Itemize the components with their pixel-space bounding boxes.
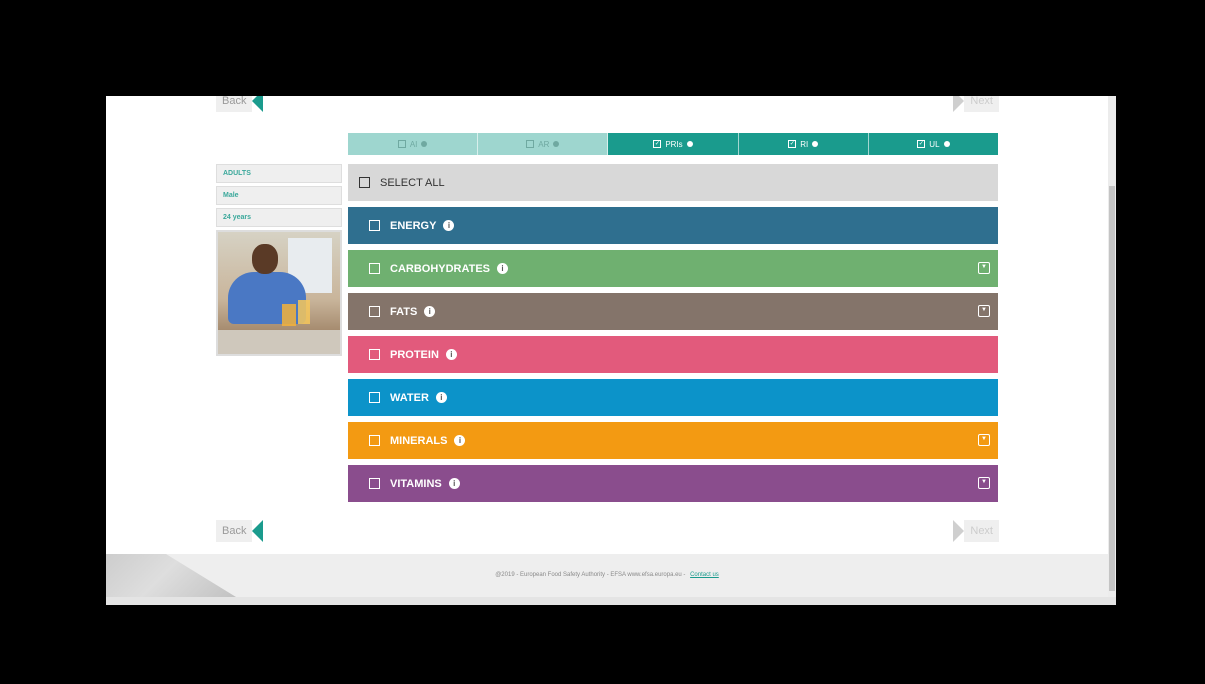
info-icon[interactable] <box>812 141 819 147</box>
checkbox-icon[interactable] <box>369 306 380 317</box>
checkbox-icon[interactable] <box>369 263 380 274</box>
next-button-bottom[interactable]: Next <box>953 520 999 542</box>
profile-age: 24 years <box>216 208 342 227</box>
info-icon[interactable] <box>943 141 950 147</box>
footer-text: @2019 - European Food Safety Authority -… <box>106 572 1108 578</box>
checkbox-icon[interactable] <box>369 392 380 403</box>
info-icon[interactable]: i <box>435 392 447 403</box>
reference-value-tabs: AI AR ✓ PRIs ✓ RI ✓ UL <box>348 133 999 155</box>
tab-label: RI <box>800 139 809 149</box>
info-icon[interactable]: i <box>454 435 466 446</box>
group-carbohydrates[interactable]: CARBOHYDRATES i ▼ <box>348 250 998 287</box>
back-label: Back <box>216 520 253 542</box>
expand-icon[interactable]: ▼ <box>978 305 990 317</box>
tab-label: AI <box>409 139 418 149</box>
expand-icon[interactable]: ▼ <box>978 477 990 489</box>
select-all-row[interactable]: SELECT ALL <box>348 164 998 201</box>
checked-checkbox-icon: ✓ <box>653 140 662 148</box>
group-water[interactable]: WATER i <box>348 379 998 416</box>
vertical-scrollbar[interactable] <box>1108 96 1116 597</box>
expand-icon[interactable]: ▼ <box>978 434 990 446</box>
profile-sex: Male <box>216 186 342 205</box>
info-icon[interactable]: i <box>497 263 509 274</box>
info-icon[interactable] <box>686 141 693 147</box>
horizontal-scrollbar[interactable] <box>106 597 1116 605</box>
nutrient-groups: SELECT ALL ENERGY i CARBOHYDRATES i ▼ FA… <box>348 164 998 508</box>
next-arrow-icon <box>953 96 965 112</box>
scroll-thumb[interactable] <box>1109 186 1115 591</box>
tab-label: PRIs <box>665 139 683 149</box>
contact-link[interactable]: Contact us <box>690 572 719 578</box>
tab-label: AR <box>538 139 550 149</box>
tab-ri[interactable]: ✓ RI <box>738 133 869 155</box>
checkbox-icon[interactable] <box>369 220 380 231</box>
tab-label: UL <box>929 139 940 149</box>
checked-checkbox-icon: ✓ <box>788 140 797 148</box>
footer: @2019 - European Food Safety Authority -… <box>106 554 1108 597</box>
footer-copyright: @2019 - European Food Safety Authority -… <box>495 572 686 578</box>
group-label: VITAMINS <box>390 477 442 490</box>
group-protein[interactable]: PROTEIN i <box>348 336 998 373</box>
checkbox-icon[interactable] <box>369 349 380 360</box>
back-arrow-icon <box>252 520 264 542</box>
info-icon[interactable]: i <box>448 478 460 489</box>
group-label: MINERALS <box>390 434 448 447</box>
group-label: ENERGY <box>390 219 437 232</box>
checked-checkbox-icon: ✓ <box>917 140 926 148</box>
profile-photo <box>216 230 342 356</box>
browser-viewport: Back Next AI AR ✓ PRIs ✓ RI ✓ UL ADULTS … <box>106 96 1116 605</box>
tab-pris[interactable]: ✓ PRIs <box>608 133 739 155</box>
group-energy[interactable]: ENERGY i <box>348 207 998 244</box>
info-icon[interactable]: i <box>424 306 436 317</box>
next-label: Next <box>964 520 999 542</box>
back-label: Back <box>216 96 253 112</box>
expand-icon[interactable]: ▼ <box>978 262 990 274</box>
info-icon[interactable]: i <box>443 220 455 231</box>
back-arrow-icon <box>252 96 264 112</box>
back-button-bottom[interactable]: Back <box>216 520 264 542</box>
tab-ul[interactable]: ✓ UL <box>868 133 999 155</box>
info-icon[interactable] <box>421 141 428 147</box>
tab-ai[interactable]: AI <box>348 133 479 155</box>
info-icon[interactable] <box>553 141 560 147</box>
checkbox-icon[interactable] <box>369 478 380 489</box>
group-label: FATS <box>390 305 418 318</box>
checkbox-icon[interactable] <box>369 435 380 446</box>
checkbox-icon[interactable] <box>359 177 370 188</box>
group-minerals[interactable]: MINERALS i ▼ <box>348 422 998 459</box>
tab-ar[interactable]: AR <box>478 133 609 155</box>
checkbox-icon <box>526 140 535 148</box>
checkbox-icon <box>397 140 406 148</box>
next-label: Next <box>964 96 999 112</box>
profile-panel: ADULTS Male 24 years <box>216 164 342 356</box>
next-button-top[interactable]: Next <box>953 96 999 112</box>
group-fats[interactable]: FATS i ▼ <box>348 293 998 330</box>
back-button-top[interactable]: Back <box>216 96 264 112</box>
profile-group: ADULTS <box>216 164 342 183</box>
select-all-label: SELECT ALL <box>380 176 445 189</box>
group-label: CARBOHYDRATES <box>390 262 491 275</box>
info-icon[interactable]: i <box>445 349 457 360</box>
group-label: PROTEIN <box>390 348 439 361</box>
next-arrow-icon <box>953 520 965 542</box>
group-label: WATER <box>390 391 429 404</box>
group-vitamins[interactable]: VITAMINS i ▼ <box>348 465 998 502</box>
